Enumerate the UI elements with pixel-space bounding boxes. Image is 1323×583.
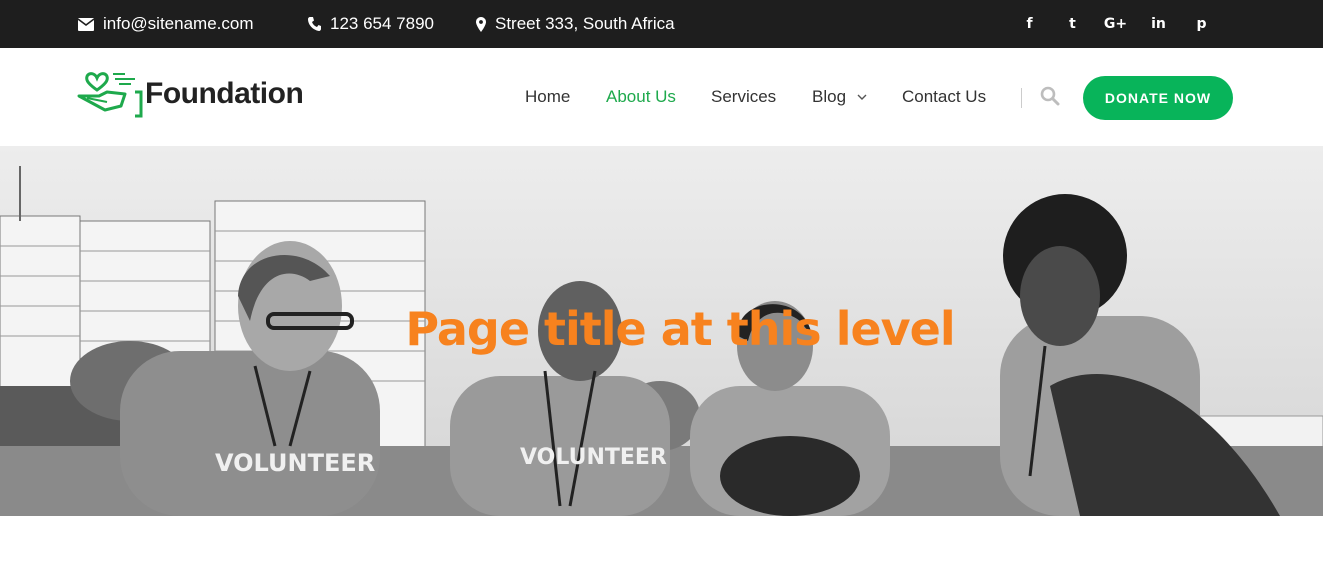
chevron-down-icon (857, 94, 867, 101)
map-pin-icon (476, 16, 486, 32)
phone-text: 123 654 7890 (330, 14, 434, 33)
nav-about-us[interactable]: About Us (606, 87, 676, 107)
linkedin-icon[interactable]: in (1137, 16, 1180, 32)
site-header: Foundation Home About Us Services Blog C… (0, 48, 1323, 146)
logo-text: Foundation (145, 77, 304, 110)
volunteer-shirt-text: VOLUNTEER (215, 449, 375, 477)
pinterest-icon[interactable]: p (1180, 16, 1223, 32)
nav-blog[interactable]: Blog (812, 87, 867, 107)
email-contact[interactable]: info@sitename.com (78, 0, 254, 48)
nav-services[interactable]: Services (711, 87, 776, 107)
donate-button[interactable]: DONATE NOW (1083, 76, 1233, 120)
envelope-icon (78, 17, 94, 31)
hero-banner: VOLUNTEER VOLUNTEER Page title at this l… (0, 146, 1323, 516)
twitter-icon[interactable]: t (1051, 16, 1094, 32)
phone-icon (308, 17, 321, 31)
heart-hand-logo-icon (77, 72, 143, 118)
facebook-icon[interactable]: f (1008, 16, 1051, 32)
volunteer-shirt-text-2: VOLUNTEER (520, 445, 667, 470)
google-plus-icon[interactable]: G+ (1094, 16, 1137, 32)
phone-contact[interactable]: 123 654 7890 (308, 0, 434, 48)
address-text: Street 333, South Africa (495, 14, 675, 33)
email-text: info@sitename.com (103, 14, 254, 33)
address-contact: Street 333, South Africa (476, 0, 675, 48)
social-links: f t G+ in p (1008, 0, 1223, 48)
nav-home[interactable]: Home (525, 87, 570, 107)
top-bar: info@sitename.com 123 654 7890 Street 33… (0, 0, 1323, 48)
nav-contact-us[interactable]: Contact Us (902, 87, 986, 107)
nav-divider (1021, 88, 1022, 108)
search-icon[interactable] (1040, 86, 1060, 111)
page-title: Page title at this level (405, 302, 955, 356)
nav-blog-label: Blog (812, 87, 847, 106)
site-logo[interactable]: Foundation (77, 68, 304, 120)
